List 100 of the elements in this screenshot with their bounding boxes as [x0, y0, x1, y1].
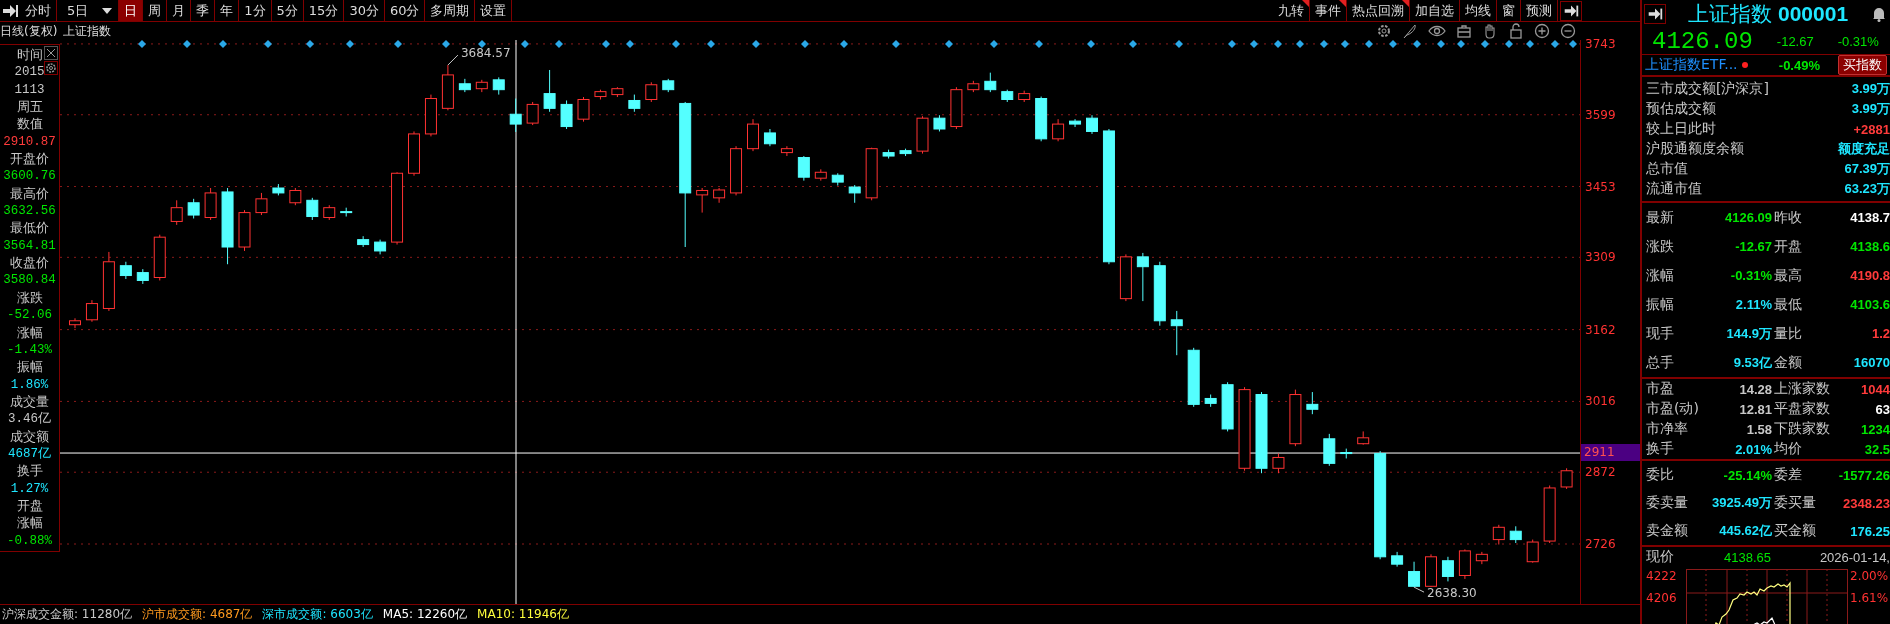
event-marker-icon[interactable] [840, 40, 848, 48]
axis-tick-label: 4206 [1646, 591, 1678, 605]
event-marker-icon[interactable] [183, 40, 191, 48]
event-marker-icon[interactable] [521, 40, 529, 48]
event-marker-icon[interactable] [1505, 40, 1513, 48]
buy-index-button[interactable]: 买指数 [1838, 55, 1887, 75]
high-price-label: 3684.57 [460, 46, 511, 61]
collapse-icon[interactable] [1560, 0, 1582, 21]
close-icon[interactable] [44, 46, 58, 60]
event-marker-icon[interactable] [626, 40, 634, 48]
event-marker-icon[interactable] [602, 40, 610, 48]
collapse-icon[interactable] [2, 2, 18, 19]
event-marker-icon[interactable] [1129, 40, 1137, 48]
event-marker-icon[interactable] [264, 40, 272, 48]
event-marker-icon[interactable] [1250, 40, 1258, 48]
candlestick [323, 204, 336, 221]
candlestick [1119, 253, 1132, 302]
event-marker-icon[interactable] [1457, 40, 1465, 48]
event-marker-icon[interactable] [1389, 40, 1397, 48]
event-marker-icon[interactable] [1413, 40, 1421, 48]
feather-icon[interactable] [1402, 23, 1418, 39]
event-marker-icon[interactable] [990, 40, 998, 48]
toolbox-icon[interactable] [1456, 23, 1472, 39]
event-marker-icon[interactable] [1175, 40, 1183, 48]
event-marker-icon[interactable] [555, 40, 563, 48]
candlestick [289, 187, 302, 206]
candlestick [1035, 96, 1048, 142]
stat-value: 2.01% [1735, 441, 1772, 457]
candlestick [1136, 252, 1149, 302]
event-marker-icon[interactable] [346, 40, 354, 48]
zoom-out-icon[interactable] [1560, 23, 1576, 39]
candlestick [1357, 430, 1370, 446]
event-marker-icon[interactable] [1296, 40, 1304, 48]
bell-icon[interactable] [1872, 6, 1886, 22]
event-marker-icon[interactable] [1526, 40, 1534, 48]
hand-icon[interactable] [1482, 23, 1498, 39]
event-marker-icon[interactable] [1437, 40, 1445, 48]
candlestick [916, 115, 929, 155]
axis-tick-label: 3453 [1585, 178, 1616, 195]
zoom-in-icon[interactable] [1534, 23, 1550, 39]
event-marker-icon[interactable] [1481, 40, 1489, 48]
stat-value: 32.5 [1864, 441, 1890, 457]
event-marker-icon[interactable] [138, 40, 146, 48]
event-marker-icon[interactable] [1551, 40, 1559, 48]
info-value: 2910.87 [3, 133, 56, 150]
settings-icon[interactable] [1376, 23, 1392, 39]
event-marker-icon[interactable] [801, 40, 809, 48]
candlestick [865, 147, 878, 201]
event-marker-icon[interactable] [1320, 40, 1328, 48]
event-marker-icon[interactable] [306, 40, 314, 48]
stat-value: 3.99万 [1851, 100, 1890, 118]
settings-icon[interactable] [44, 61, 58, 75]
stat-label: 委卖量 [1646, 494, 1688, 512]
event-marker-icon[interactable] [219, 40, 227, 48]
low-price-label: 2638.30 [1427, 586, 1477, 601]
candlestick [153, 234, 166, 281]
axis-tick-label: 2726 [1585, 536, 1616, 552]
candlestick [780, 145, 793, 157]
candlestick [933, 114, 946, 132]
stat-value: 63.23万 [1844, 180, 1890, 198]
event-marker-icon[interactable] [394, 40, 402, 48]
event-marker-icon[interactable] [892, 40, 900, 48]
etf-link[interactable]: 上证指数ETF... [1645, 56, 1738, 74]
candlestick [1526, 539, 1539, 564]
candlestick [424, 94, 437, 137]
info-label: 涨幅 [16, 515, 43, 532]
event-marker-icon[interactable] [442, 40, 450, 48]
candlestick [763, 128, 776, 147]
lock-icon[interactable] [1508, 23, 1524, 39]
event-marker-icon[interactable] [672, 40, 680, 48]
index-price: 4126.09 [1652, 27, 1753, 55]
candlestick [1018, 90, 1031, 103]
candlestick [408, 130, 420, 177]
event-marker-icon[interactable] [1569, 40, 1577, 48]
candlestick [187, 198, 200, 219]
index-name: 上证指数 [1688, 1, 1772, 28]
event-marker-icon[interactable] [478, 40, 486, 48]
event-marker-icon[interactable] [1274, 40, 1282, 48]
event-marker-icon[interactable] [1087, 40, 1095, 48]
event-marker-icon[interactable] [707, 40, 715, 48]
candlestick [730, 145, 743, 196]
event-marker-icon[interactable] [1228, 40, 1236, 48]
collapse-icon[interactable] [1644, 4, 1666, 24]
event-marker-icon[interactable] [1341, 40, 1349, 48]
candlestick [136, 268, 149, 285]
eye-icon[interactable] [1428, 23, 1446, 39]
candlestick [543, 69, 556, 113]
stat-value: 12.81 [1739, 401, 1772, 417]
stat-value: 2.11% [1735, 297, 1772, 312]
stat-value: -25.14% [1723, 467, 1772, 483]
period-tab[interactable]: 日 [119, 0, 144, 21]
event-marker-icon[interactable] [945, 40, 953, 48]
info-value: 3600.76 [3, 168, 56, 185]
candlestick [611, 86, 624, 98]
candlestick [696, 187, 709, 214]
event-marker-icon[interactable] [1035, 40, 1043, 48]
event-marker-icon[interactable] [752, 40, 760, 48]
footer-stat: MA10: 11946亿 [477, 606, 569, 623]
event-marker-icon[interactable] [1365, 40, 1373, 48]
candlestick [1323, 433, 1336, 467]
